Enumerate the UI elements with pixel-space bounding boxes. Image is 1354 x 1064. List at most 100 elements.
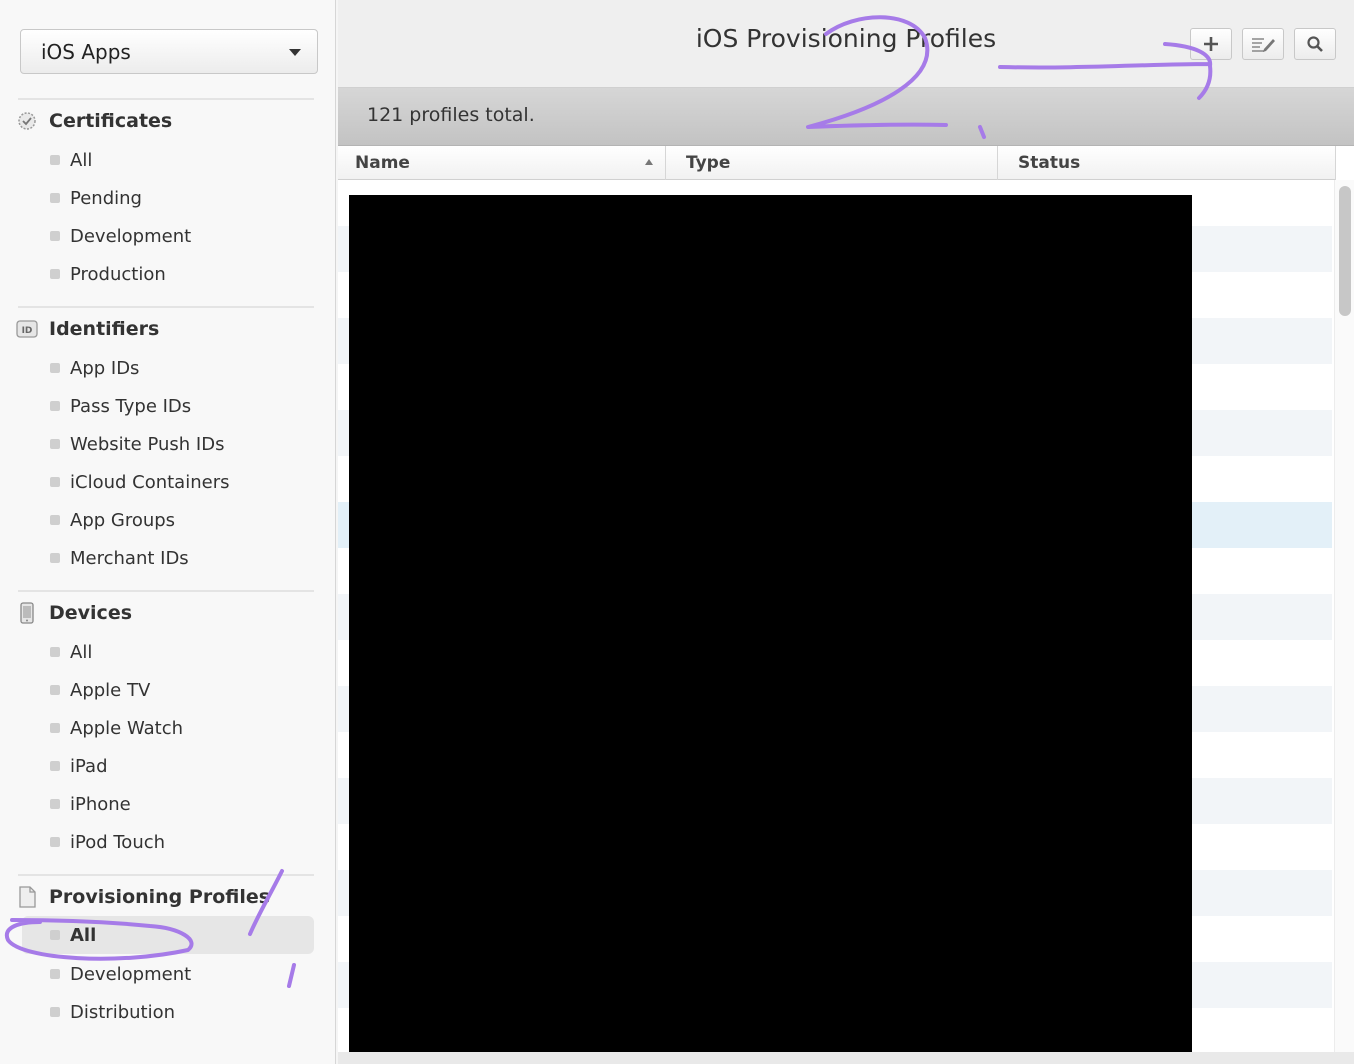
bullet [50,837,60,847]
sidebar-item-certificates-development[interactable]: Development [50,221,191,251]
bullet [50,1007,60,1017]
app-type-select-label: iOS Apps [41,39,131,64]
divider [18,874,314,876]
bullet [50,231,60,241]
bullet [50,930,60,940]
sidebar-item-app-ids[interactable]: App IDs [50,353,139,383]
section-title: Certificates [49,110,173,132]
bullet [50,761,60,771]
summary-bar: 121 profiles total. [338,88,1354,146]
sidebar-item-label: Distribution [70,1001,176,1023]
section-certificates: Certificates [16,107,172,135]
search-icon [1307,36,1323,52]
bullet [50,477,60,487]
sidebar-item-label: iPad [70,755,108,777]
sidebar-item-label: All [70,149,93,171]
bullet [50,155,60,165]
column-label: Name [355,153,410,173]
sidebar-item-label: Pass Type IDs [70,395,192,417]
sidebar-item-label: Development [70,963,192,985]
bullet [50,439,60,449]
document-icon [16,886,38,908]
certificate-icon [16,110,38,132]
bullet [50,799,60,809]
sidebar-item-apple-watch[interactable]: Apple Watch [50,713,183,743]
sidebar-item-label: iCloud Containers [70,471,230,493]
svg-text:ID: ID [22,326,33,336]
sort-ascending-icon [645,159,653,165]
sidebar-item-website-push-ids[interactable]: Website Push IDs [50,429,224,459]
sidebar-item-merchant-ids[interactable]: Merchant IDs [50,543,189,573]
bottom-strip [338,1052,1354,1064]
sidebar-item-label: All [70,924,97,946]
main-panel: iOS Provisioning Profiles 121 profiles t… [338,0,1354,1064]
sidebar-item-label: iPhone [70,793,131,815]
scrollbar-thumb[interactable] [1339,186,1351,316]
sidebar-item-label: Apple Watch [70,717,184,739]
bullet [50,685,60,695]
section-identifiers: ID Identifiers [16,315,159,343]
add-profile-button[interactable] [1190,28,1232,60]
edit-icon [1252,38,1275,52]
profile-count: 121 profiles total. [367,104,535,126]
sidebar: iOS Apps Certificates All Pending Develo… [0,0,336,1064]
section-title: Identifiers [49,318,160,340]
sidebar-item-label: All [70,641,93,663]
sidebar-item-label: Development [70,225,192,247]
id-badge-icon: ID [16,318,38,340]
bullet [50,515,60,525]
column-label: Type [686,153,731,173]
plus-icon [1204,37,1218,51]
sidebar-item-iphone[interactable]: iPhone [50,789,131,819]
sidebar-item-label: iPod Touch [70,831,166,853]
sidebar-item-apple-tv[interactable]: Apple TV [50,675,150,705]
sidebar-item-devices-all[interactable]: All [50,637,92,667]
section-title: Devices [49,602,133,624]
app-type-select[interactable]: iOS Apps [20,29,318,74]
device-icon [16,602,38,624]
sidebar-item-ipad[interactable]: iPad [50,751,108,781]
sidebar-item-label: Apple TV [70,679,151,701]
bullet [50,553,60,563]
divider [18,98,314,100]
column-header-name[interactable]: Name [338,146,666,180]
sidebar-item-label: Website Push IDs [70,433,225,455]
sidebar-item-pass-type-ids[interactable]: Pass Type IDs [50,391,191,421]
toolbar: iOS Provisioning Profiles [338,0,1354,88]
sidebar-item-profiles-all[interactable]: All [22,916,314,954]
table-header: Name Type Status [338,146,1336,180]
section-devices: Devices [16,599,132,627]
section-provisioning-profiles: Provisioning Profiles [16,883,270,911]
redaction-block [349,195,1192,1052]
vertical-scrollbar[interactable] [1334,180,1354,1052]
sidebar-item-app-groups[interactable]: App Groups [50,505,175,535]
chevron-down-icon [289,49,301,56]
bullet [50,363,60,373]
divider [18,590,314,592]
bullet [50,269,60,279]
sidebar-item-label: Production [70,263,166,285]
bullet [50,969,60,979]
bullet [50,647,60,657]
sidebar-item-profiles-distribution[interactable]: Distribution [50,997,175,1027]
column-header-type[interactable]: Type [666,146,998,180]
bullet [50,723,60,733]
sidebar-item-icloud-containers[interactable]: iCloud Containers [50,467,229,497]
sidebar-item-certificates-production[interactable]: Production [50,259,166,289]
sidebar-item-label: Pending [70,187,142,209]
sidebar-item-ipod-touch[interactable]: iPod Touch [50,827,165,857]
edit-profiles-button[interactable] [1242,28,1284,60]
bullet [50,193,60,203]
sidebar-item-certificates-pending[interactable]: Pending [50,183,142,213]
sidebar-item-certificates-all[interactable]: All [50,145,92,175]
sidebar-item-label: App IDs [70,357,140,379]
sidebar-item-profiles-development[interactable]: Development [50,959,191,989]
sidebar-item-label: App Groups [70,509,176,531]
bullet [50,401,60,411]
divider [18,306,314,308]
section-title: Provisioning Profiles [49,886,271,908]
search-button[interactable] [1294,28,1336,60]
column-header-status[interactable]: Status [998,146,1336,180]
sidebar-item-label: Merchant IDs [70,547,189,569]
column-label: Status [1018,153,1081,173]
